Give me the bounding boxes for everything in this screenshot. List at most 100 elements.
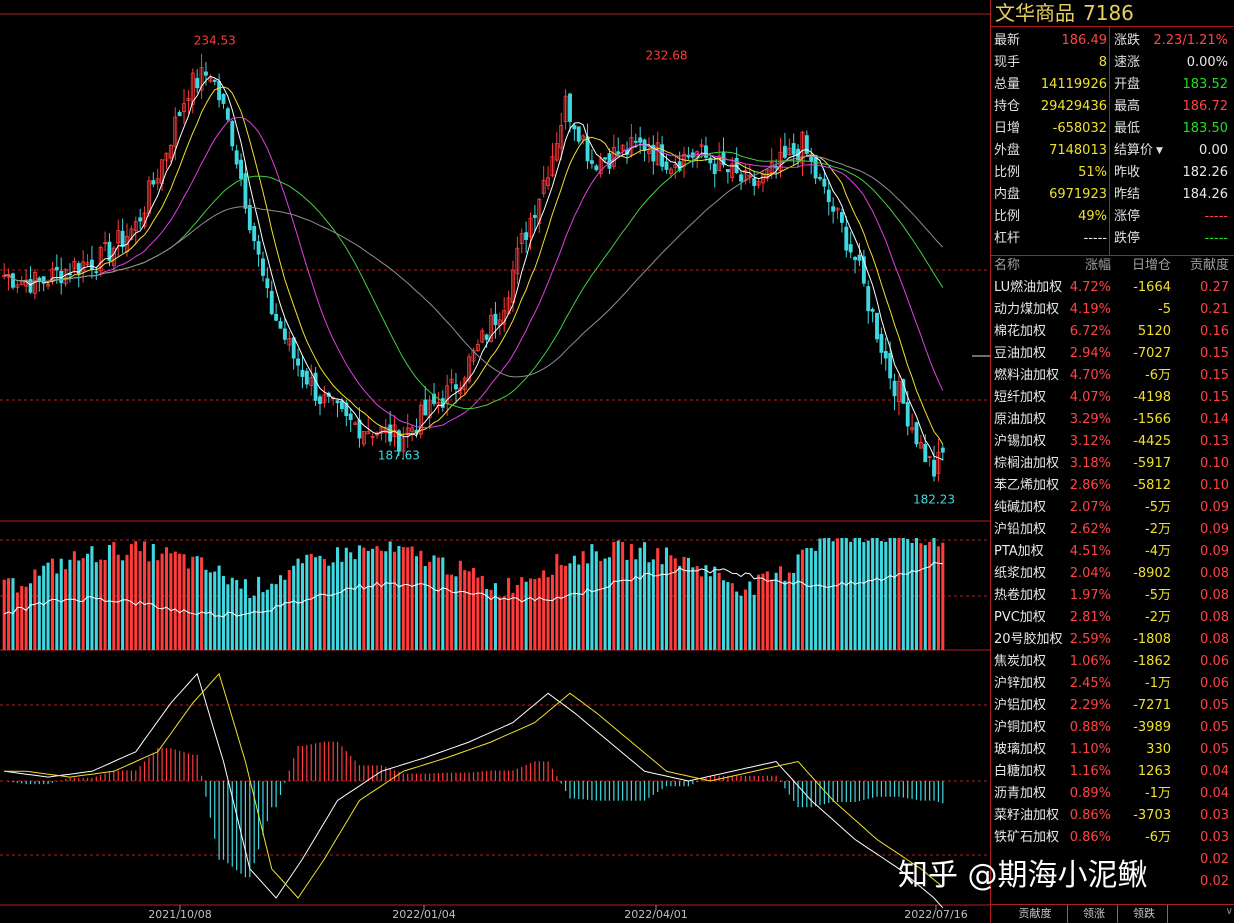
price-annotation: 232.68	[645, 49, 687, 63]
table-row[interactable]: 短纤加权 4.07% -4198 0.15	[991, 387, 1234, 409]
candle-body	[11, 273, 15, 288]
table-cell: PTA加权	[994, 544, 1044, 559]
table-row[interactable]: 纯碱加权 2.07% -5万 0.09	[991, 497, 1234, 519]
table-row[interactable]: 沪铅加权 2.62% -2万 0.09	[991, 519, 1234, 541]
table-cell: 5120	[1137, 324, 1171, 339]
panel-tabs[interactable]: ∨ 贡献度 领涨 领跌	[991, 904, 1234, 923]
candle-body	[454, 384, 458, 390]
table-cell: 0.05	[1200, 720, 1229, 735]
table-row[interactable]: 铁矿石加权 0.86% -6万 0.03	[991, 827, 1234, 849]
table-row[interactable]: 棉花加权 6.72% 5120 0.16	[991, 321, 1234, 343]
table-row[interactable]: 热卷加权 1.97% -5万 0.08	[991, 585, 1234, 607]
volume-bar	[393, 551, 397, 650]
volume-bar	[156, 560, 160, 650]
table-header[interactable]: 贡献度	[1190, 255, 1229, 277]
table-row[interactable]: 焦炭加权 1.06% -1862 0.06	[991, 651, 1234, 673]
table-row[interactable]: 玻璃加权 1.10% 330 0.05	[991, 739, 1234, 761]
table-header[interactable]: 涨幅	[1085, 255, 1111, 277]
candle-body	[291, 337, 296, 359]
candle-body	[177, 112, 182, 117]
table-row[interactable]: LU燃油加权 4.72% -1664 0.27	[991, 277, 1234, 299]
table-cell: 2.62%	[1069, 522, 1111, 537]
table-cell: 豆油加权	[994, 346, 1047, 361]
table-row[interactable]: 沪锡加权 3.12% -4425 0.13	[991, 431, 1234, 453]
volume-bar	[410, 546, 414, 650]
quote-label: 跌停	[1114, 231, 1141, 246]
volume-bar	[77, 560, 81, 650]
volume-bar	[217, 565, 221, 650]
table-row[interactable]: 豆油加权 2.94% -7027 0.15	[991, 343, 1234, 365]
table-row[interactable]: 沪铜加权 0.88% -3989 0.05	[991, 717, 1234, 739]
table-row[interactable]: 燃料油加权 4.70% -6万 0.15	[991, 365, 1234, 387]
quote-label: 持仓	[994, 99, 1021, 114]
table-cell: 燃料油加权	[994, 368, 1060, 383]
volume-bar	[15, 592, 19, 650]
table-cell: LU燃油加权	[994, 280, 1063, 295]
candle-body	[791, 143, 796, 155]
table-row[interactable]: 沪铝加权 2.29% -7271 0.05	[991, 695, 1234, 717]
table-cell: 0.03	[1200, 830, 1229, 845]
table-cell: 0.09	[1200, 544, 1229, 559]
quote-value: 2.23/1.21%	[1153, 33, 1228, 48]
table-row[interactable]: PTA加权 4.51% -4万 0.09	[991, 541, 1234, 563]
candle-body	[313, 372, 318, 401]
table-cell: 4.72%	[1069, 280, 1111, 295]
table-row[interactable]: 沪锌加权 2.45% -1万 0.06	[991, 673, 1234, 695]
volume-bar	[33, 569, 37, 650]
table-cell: 2.94%	[1069, 346, 1111, 361]
candle-body	[818, 177, 822, 180]
table-cell: 白糖加权	[994, 764, 1047, 779]
chevron-down-icon[interactable]: ▼	[1156, 140, 1163, 162]
table-row[interactable]: 白糖加权 1.16% 1263 0.04	[991, 761, 1234, 783]
tab-2[interactable]: 领跌	[1121, 905, 1168, 923]
volume-bar	[814, 550, 818, 650]
volume-bar	[327, 565, 331, 650]
candle-body	[230, 121, 235, 147]
table-row[interactable]: 苯乙烯加权 2.86% -5812 0.10	[991, 475, 1234, 497]
table-header[interactable]: 日增仓	[1132, 255, 1171, 277]
volume-bar	[713, 566, 717, 650]
table-cell: -7027	[1133, 346, 1171, 361]
volume-bar	[568, 563, 572, 650]
table-row[interactable]: 棕榈油加权 3.18% -5917 0.10	[991, 453, 1234, 475]
candle-body	[892, 380, 897, 397]
tab-0[interactable]: 贡献度	[1003, 905, 1068, 923]
volume-bar	[458, 560, 462, 650]
x-axis: 2021/10/08 2022/01/04 2022/04/01 2022/07/16	[148, 905, 968, 921]
table-cell: 1263	[1137, 764, 1171, 779]
table-row[interactable]: 菜籽油加权 0.86% -3703 0.03	[991, 805, 1234, 827]
quote-label: 杠杆	[994, 231, 1021, 246]
table-cell: 2.07%	[1069, 500, 1111, 515]
quote-value: 14119926	[1040, 77, 1107, 92]
instrument-code: 7186	[1083, 1, 1134, 25]
table-cell: 0.15	[1200, 368, 1229, 383]
table-row[interactable]: 20号胶加权 2.59% -1808 0.08	[991, 629, 1234, 651]
volume-bar	[836, 538, 840, 650]
scroll-down-icon[interactable]: ∨	[1226, 903, 1233, 921]
table-row[interactable]: 原油加权 3.29% -1566 0.14	[991, 409, 1234, 431]
volume-bar	[94, 562, 98, 650]
table-row[interactable]: 沥青加权 0.89% -1万 0.04	[991, 783, 1234, 805]
volume-bar	[42, 565, 46, 650]
table-cell: 1.97%	[1069, 588, 1111, 603]
volume-bar	[287, 569, 291, 650]
table-cell: 1.06%	[1069, 654, 1111, 669]
volume-bar	[331, 562, 335, 650]
quote-value: 51%	[1078, 165, 1107, 180]
table-cell: 0.06	[1200, 676, 1229, 691]
volume-bar	[629, 544, 633, 650]
table-cell: 棕榈油加权	[994, 456, 1060, 471]
table-header[interactable]: 名称	[994, 255, 1020, 277]
kline-chart[interactable]: 234.53 187.63 232.68 182.23 2021/10/08 2022/…	[0, 0, 990, 923]
volume-bar	[656, 548, 660, 650]
table-cell: 0.09	[1200, 500, 1229, 515]
volume-bar	[357, 545, 361, 650]
table-row[interactable]: 动力煤加权 4.19% -5 0.21	[991, 299, 1234, 321]
table-row[interactable]: 纸浆加权 2.04% -8902 0.08	[991, 563, 1234, 585]
table-cell: 沪铜加权	[994, 720, 1047, 735]
volume-bar	[787, 572, 791, 650]
tab-1[interactable]: 领涨	[1071, 905, 1118, 923]
table-row[interactable]: PVC加权 2.81% -2万 0.08	[991, 607, 1234, 629]
candle-body	[204, 71, 208, 76]
table-cell: 0.08	[1200, 632, 1229, 647]
